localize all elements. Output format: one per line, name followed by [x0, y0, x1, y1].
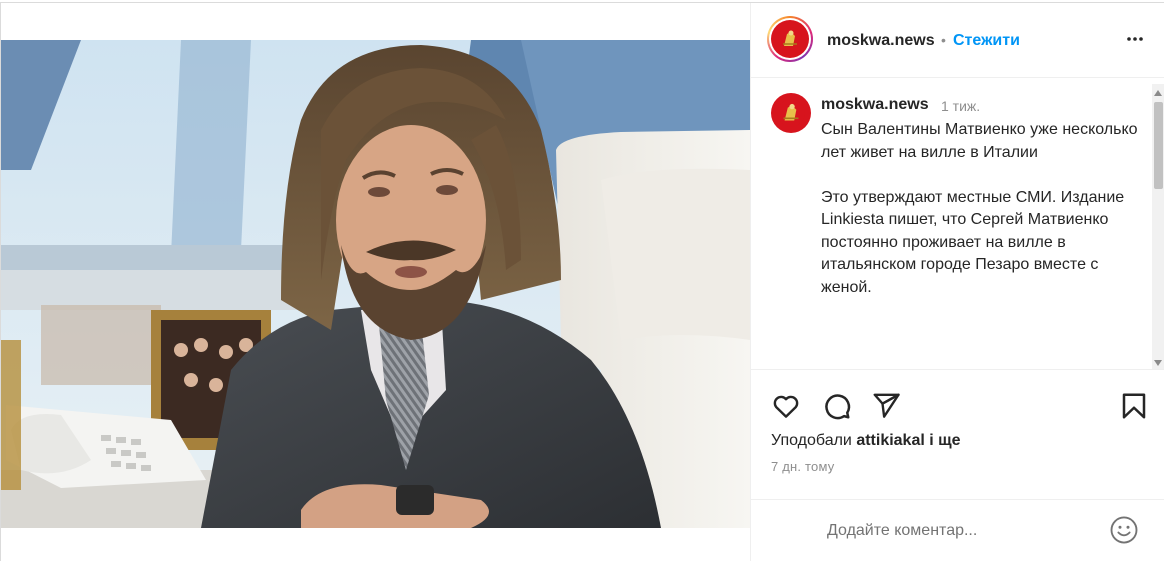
caption-scroll-area[interactable]: moskwa.news 1 тиж. Сын Валентины Матвиен…: [751, 79, 1164, 369]
post-photo[interactable]: [1, 40, 750, 528]
emoji-icon[interactable]: [1109, 515, 1139, 545]
author-username[interactable]: moskwa.news: [827, 32, 935, 50]
comment-icon[interactable]: [822, 391, 852, 421]
follow-button[interactable]: Стежити: [953, 32, 1020, 50]
send-icon[interactable]: [871, 391, 901, 421]
more-horizontal-icon[interactable]: [1123, 27, 1147, 51]
caption-text: Сын Валентины Матвиенко уже несколько ле…: [821, 119, 1141, 322]
likes-prefix: Уподобали: [771, 432, 852, 449]
post-actions: Уподобали attikiakal і ще 7 дн. тому: [751, 369, 1164, 499]
coat-of-arms-icon: [778, 27, 802, 51]
story-ring[interactable]: [767, 16, 813, 62]
scroll-down-arrow-icon[interactable]: [1154, 360, 1162, 366]
likes-summary: Уподобали attikiakal і ще: [771, 432, 961, 450]
liker-username[interactable]: attikiakal: [856, 432, 924, 449]
heart-icon[interactable]: [771, 391, 801, 421]
avatar[interactable]: [771, 20, 809, 58]
scroll-up-arrow-icon[interactable]: [1154, 90, 1162, 96]
caption-avatar[interactable]: [771, 93, 811, 133]
bookmark-icon[interactable]: [1119, 391, 1149, 421]
comment-input[interactable]: [827, 520, 1107, 542]
post-header: moskwa.news • Стежити: [751, 3, 1164, 78]
caption-timestamp[interactable]: 1 тиж.: [941, 98, 980, 114]
caption-paragraph: Это утверждают местные СМИ. Издание Link…: [821, 188, 1125, 296]
comment-bar: [751, 499, 1164, 561]
scroll-thumb[interactable]: [1154, 102, 1163, 189]
post-media[interactable]: [1, 3, 750, 561]
post-sidebar: moskwa.news • Стежити moskwa.news 1 тиж.…: [750, 3, 1164, 561]
caption-scrollbar[interactable]: [1152, 84, 1164, 369]
post-date[interactable]: 7 дн. тому: [771, 459, 834, 474]
separator-dot: •: [941, 32, 946, 48]
likes-others-link[interactable]: і ще: [929, 432, 960, 449]
caption-paragraph: Сын Валентины Матвиенко уже несколько ле…: [821, 121, 1138, 161]
coat-of-arms-icon: [777, 99, 805, 127]
caption-username[interactable]: moskwa.news: [821, 96, 929, 114]
